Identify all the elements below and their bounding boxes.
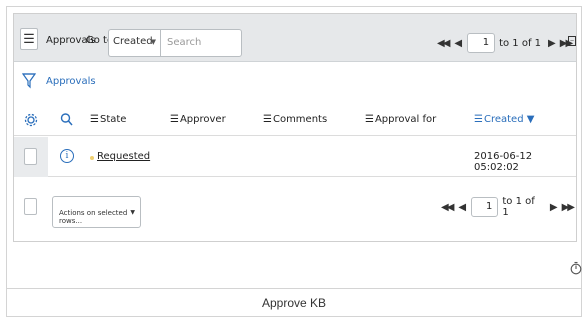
actions-select-label: Actions on selected rows... (59, 209, 128, 225)
state-link[interactable]: Requested (97, 151, 150, 162)
gear-icon[interactable] (24, 112, 38, 128)
first-page-icon[interactable]: ◀◀ (441, 202, 454, 213)
chevron-down-icon: ▼ (130, 209, 135, 216)
last-page-icon[interactable]: ▶▶ (562, 202, 575, 213)
column-menu-icon[interactable]: ☰ (263, 114, 272, 125)
hamburger-icon: ☰ (23, 31, 35, 46)
row-checkbox[interactable] (24, 148, 37, 165)
column-menu-icon[interactable]: ☰ (365, 114, 374, 125)
column-header-approval-for[interactable]: ☰Approval for (365, 114, 436, 125)
column-menu-icon[interactable]: ☰ (90, 114, 99, 125)
prev-page-icon[interactable]: ◀ (458, 202, 466, 213)
info-icon[interactable]: i (60, 149, 74, 163)
column-header-comments[interactable]: ☰Comments (263, 114, 327, 125)
bottom-bar: Approve KB (7, 288, 581, 316)
timer-icon[interactable] (570, 261, 582, 275)
next-page-icon[interactable]: ▶ (548, 38, 556, 49)
next-page-icon[interactable]: ▶ (550, 202, 558, 213)
search-input[interactable]: Search (160, 29, 242, 57)
pager-top: ◀◀ ◀ 1 to 1 of 1 ▶ ▶▶ (434, 32, 574, 54)
column-label-approver: Approver (179, 114, 226, 125)
collapse-icon[interactable]: – (568, 36, 576, 46)
list-menu-button[interactable]: ☰ (20, 28, 38, 50)
table-row: i Requested 2016-06-12 05:02:02 (14, 137, 576, 177)
prev-page-icon[interactable]: ◀ (454, 38, 462, 49)
list-frame: ☰ Approvals Go to Created ▼ Search ◀◀ ◀ … (13, 13, 577, 242)
breadcrumb-item-approvals[interactable]: Approvals (46, 76, 96, 87)
page-range-text: to 1 of 1 (499, 37, 542, 49)
table-header: ☰State ☰Approver ☰Comments ☰Approval for… (14, 108, 576, 136)
search-placeholder: Search (167, 37, 202, 48)
chevron-down-icon: ▼ (150, 38, 156, 46)
funnel-icon[interactable] (22, 72, 36, 90)
page-number-input[interactable]: 1 (467, 33, 496, 53)
breadcrumb: Approvals (22, 70, 96, 92)
page-number-input[interactable]: 1 (471, 197, 499, 217)
goto-field-select[interactable]: Created ▼ (108, 29, 160, 57)
state-indicator-dot (90, 156, 94, 160)
search-icon[interactable] (60, 112, 73, 128)
column-header-state[interactable]: ☰State (90, 114, 126, 125)
column-label-comments: Comments (272, 114, 328, 125)
column-header-created[interactable]: ☰Created ▼ (474, 114, 534, 125)
bottom-bar-label: Approve KB (261, 296, 327, 310)
actions-select[interactable]: Actions on selected rows... ▼ (52, 196, 141, 228)
column-label-approval-for: Approval for (374, 114, 437, 125)
column-label-created: Created (483, 114, 524, 125)
column-header-approver[interactable]: ☰Approver (170, 114, 226, 125)
page-range-text: to 1 of 1 (502, 196, 535, 218)
goto-select-value: Created (113, 36, 153, 47)
pager-bottom: ◀◀ ◀ 1 to 1 of 1 ▶ ▶▶ (438, 196, 576, 218)
related-list-container: ☰ Approvals Go to Created ▼ Search ◀◀ ◀ … (6, 6, 582, 317)
row-select-cell (14, 137, 48, 177)
sort-desc-icon: ▼ (526, 114, 535, 125)
column-menu-icon[interactable]: ☰ (170, 114, 179, 125)
column-label-state: State (99, 114, 127, 125)
first-page-icon[interactable]: ◀◀ (437, 38, 450, 49)
column-menu-icon[interactable]: ☰ (474, 114, 483, 125)
select-all-checkbox[interactable] (24, 198, 37, 215)
list-header: ☰ Approvals Go to Created ▼ Search ◀◀ ◀ … (14, 14, 576, 62)
created-value: 2016-06-12 05:02:02 (474, 151, 533, 173)
